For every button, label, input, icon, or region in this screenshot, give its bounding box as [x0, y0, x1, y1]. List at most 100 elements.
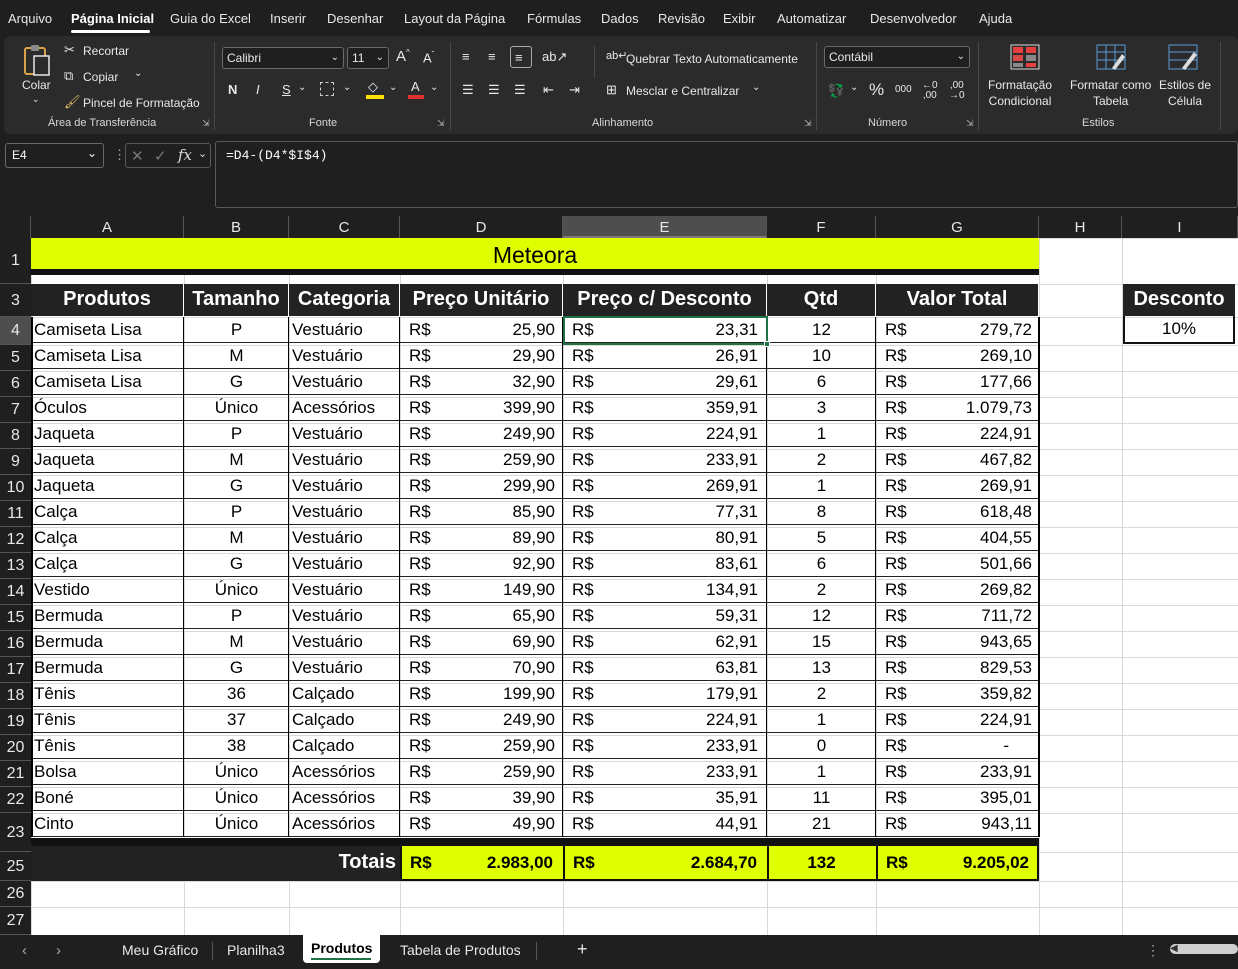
- cell-categoria[interactable]: Vestuário: [292, 551, 400, 577]
- cell-categoria[interactable]: Vestuário: [292, 655, 400, 681]
- menu-formulas[interactable]: Fórmulas: [527, 11, 581, 26]
- chevron-down-icon[interactable]: ⌄: [850, 83, 858, 93]
- cell-valor-total[interactable]: 618,48: [876, 499, 1032, 525]
- cell-preco-desconto[interactable]: 179,91: [563, 681, 758, 707]
- row-header-18[interactable]: 18: [0, 683, 31, 709]
- cell-categoria[interactable]: Vestuário: [292, 499, 400, 525]
- cell-produto[interactable]: Calça: [34, 551, 184, 577]
- chevron-down-icon[interactable]: ⌄: [389, 83, 397, 93]
- cell-produto[interactable]: Jaqueta: [34, 447, 184, 473]
- conditional-formatting-button[interactable]: Formatação Condicional: [984, 42, 1066, 108]
- row-header-26[interactable]: 26: [0, 881, 31, 907]
- cell-categoria[interactable]: Acessórios: [292, 759, 400, 785]
- cell-qtd[interactable]: 1: [767, 759, 876, 785]
- discount-value-cell[interactable]: 10%: [1123, 316, 1235, 344]
- cell-produto[interactable]: Jaqueta: [34, 473, 184, 499]
- cell-valor-total[interactable]: 224,91: [876, 421, 1032, 447]
- cell-produto[interactable]: Cinto: [34, 811, 184, 837]
- cell-preco-unitario[interactable]: 249,90: [400, 421, 555, 447]
- cell-preco-desconto[interactable]: 224,91: [563, 707, 758, 733]
- cell-produto[interactable]: Camiseta Lisa: [34, 369, 184, 395]
- decrease-decimal-icon[interactable]: ,00 →0: [949, 81, 965, 101]
- cell-qtd[interactable]: 6: [767, 369, 876, 395]
- table-header-6[interactable]: Valor Total: [876, 284, 1039, 316]
- row-header-9[interactable]: 9: [0, 449, 31, 475]
- cell-preco-desconto[interactable]: 359,91: [563, 395, 758, 421]
- cell-tamanho[interactable]: G: [184, 369, 289, 395]
- chevron-down-icon[interactable]: ⌄: [430, 83, 438, 93]
- cell-categoria[interactable]: Acessórios: [292, 811, 400, 837]
- row-header-7[interactable]: 7: [0, 397, 31, 423]
- row-header-5[interactable]: 5: [0, 345, 31, 371]
- row-header-12[interactable]: 12: [0, 527, 31, 553]
- cell-categoria[interactable]: Calçado: [292, 707, 400, 733]
- cell-preco-unitario[interactable]: 89,90: [400, 525, 555, 551]
- tab-produtos[interactable]: Produtos: [303, 935, 380, 963]
- cell-preco-unitario[interactable]: 49,90: [400, 811, 555, 837]
- cell-categoria[interactable]: Vestuário: [292, 447, 400, 473]
- format-as-table-button[interactable]: Formatar como Tabela: [1068, 42, 1154, 108]
- align-left-icon[interactable]: ☰: [462, 83, 474, 96]
- row-header-21[interactable]: 21: [0, 761, 31, 787]
- cell-categoria[interactable]: Acessórios: [292, 395, 400, 421]
- borders-icon[interactable]: [320, 82, 334, 96]
- cell-qtd[interactable]: 10: [767, 343, 876, 369]
- row-header-19[interactable]: 19: [0, 709, 31, 735]
- cell-produto[interactable]: Bolsa: [34, 759, 184, 785]
- cell-preco-desconto[interactable]: 134,91: [563, 577, 758, 603]
- cell-preco-desconto[interactable]: 63,81: [563, 655, 758, 681]
- cell-categoria[interactable]: Calçado: [292, 733, 400, 759]
- cell-qtd[interactable]: 5: [767, 525, 876, 551]
- dialog-launcher-icon[interactable]: ⇲: [966, 118, 974, 129]
- row-header-4[interactable]: 4: [0, 317, 31, 345]
- row-header-8[interactable]: 8: [0, 423, 31, 449]
- cell-valor-total[interactable]: 395,01: [876, 785, 1032, 811]
- cell-valor-total[interactable]: 177,66: [876, 369, 1032, 395]
- cell-preco-desconto[interactable]: 44,91: [563, 811, 758, 837]
- cell-produto[interactable]: Tênis: [34, 681, 184, 707]
- cell-tamanho[interactable]: G: [184, 655, 289, 681]
- row-header-25[interactable]: 25: [0, 852, 31, 881]
- cell-valor-total[interactable]: 501,66: [876, 551, 1032, 577]
- cell-produto[interactable]: Camiseta Lisa: [34, 317, 184, 343]
- tab-planilha3[interactable]: Planilha3: [227, 942, 285, 958]
- cell-preco-unitario[interactable]: 259,90: [400, 447, 555, 473]
- cell-styles-button[interactable]: Estilos de Célula: [1156, 42, 1214, 108]
- orientation-icon[interactable]: ab↗: [542, 50, 567, 63]
- cell-produto[interactable]: Tênis: [34, 707, 184, 733]
- cell-tamanho[interactable]: 38: [184, 733, 289, 759]
- cell-preco-desconto[interactable]: 224,91: [563, 421, 758, 447]
- align-top-icon[interactable]: ≡: [462, 50, 470, 63]
- row-header-14[interactable]: 14: [0, 579, 31, 605]
- scroll-left-icon[interactable]: ◀: [1170, 943, 1178, 954]
- cancel-icon[interactable]: ✕: [131, 147, 144, 165]
- cell-valor-total[interactable]: 943,65: [876, 629, 1032, 655]
- increase-decimal-icon[interactable]: ←0,00: [922, 81, 938, 101]
- chevron-down-icon[interactable]: ⌄: [198, 147, 207, 160]
- cell-preco-desconto[interactable]: 59,31: [563, 603, 758, 629]
- cell-produto[interactable]: Bermuda: [34, 629, 184, 655]
- cell-categoria[interactable]: Acessórios: [292, 785, 400, 811]
- dialog-launcher-icon[interactable]: ⇲: [202, 118, 210, 129]
- cell-preco-unitario[interactable]: 25,90: [400, 317, 555, 343]
- align-center-icon[interactable]: ☰: [488, 83, 500, 96]
- fill-handle[interactable]: [764, 341, 770, 347]
- formula-input[interactable]: =D4-(D4*$I$4): [215, 141, 1238, 208]
- row-header-20[interactable]: 20: [0, 735, 31, 761]
- row-header-16[interactable]: 16: [0, 631, 31, 657]
- column-header-e[interactable]: E: [563, 216, 767, 238]
- bold-button[interactable]: N: [228, 83, 237, 96]
- next-sheet-icon[interactable]: ›: [56, 942, 61, 959]
- row-header-3[interactable]: 3: [0, 284, 31, 317]
- cell-qtd[interactable]: 2: [767, 681, 876, 707]
- menu-inserir[interactable]: Inserir: [270, 11, 306, 26]
- align-middle-icon[interactable]: ≡: [488, 50, 496, 63]
- row-header-27[interactable]: 27: [0, 907, 31, 935]
- cell-categoria[interactable]: Vestuário: [292, 369, 400, 395]
- cell-produto[interactable]: Calça: [34, 499, 184, 525]
- decrease-font-size-icon[interactable]: Aˇ: [423, 51, 434, 65]
- cell-preco-unitario[interactable]: 65,90: [400, 603, 555, 629]
- total-preco-unitario[interactable]: 2.983,00: [400, 853, 553, 873]
- cell-valor-total[interactable]: 279,72: [876, 317, 1032, 343]
- cell-tamanho[interactable]: Único: [184, 395, 289, 421]
